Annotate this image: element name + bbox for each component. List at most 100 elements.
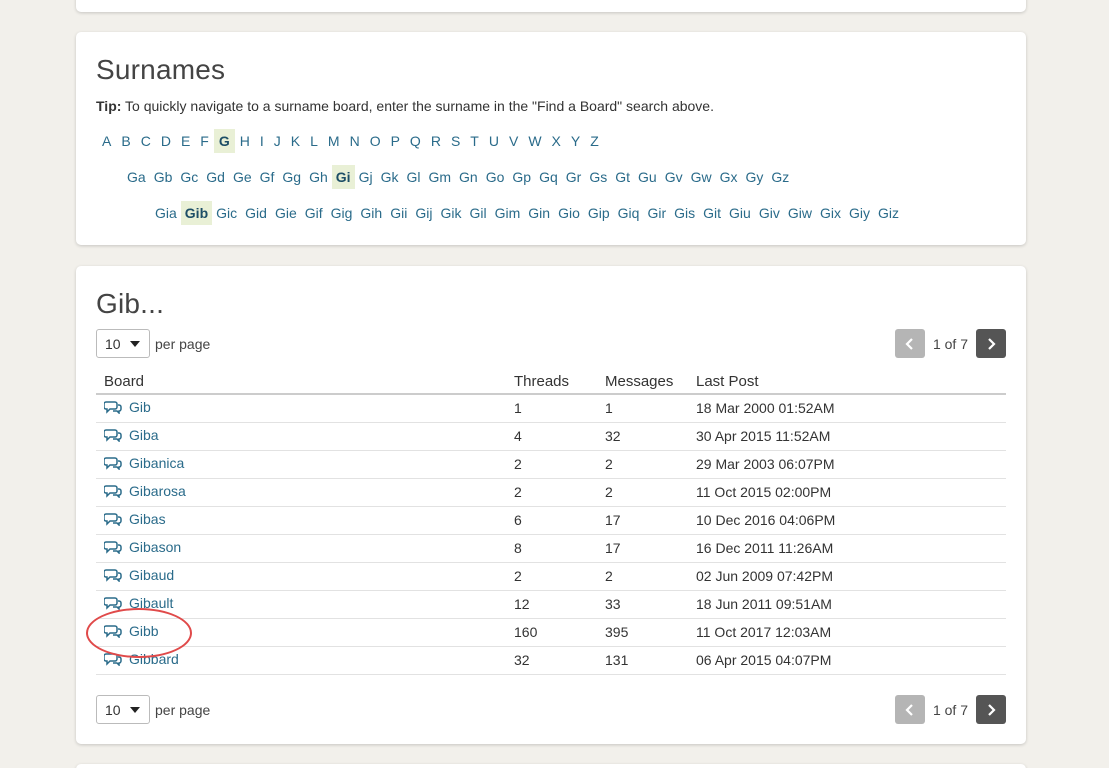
board-link[interactable]: Gib — [104, 399, 151, 415]
letter-link-u[interactable]: U — [484, 129, 504, 153]
letter-link-i[interactable]: I — [255, 129, 269, 153]
letter-link-s[interactable]: S — [446, 129, 465, 153]
prefix-link-gb[interactable]: Gb — [150, 165, 177, 189]
prefix-link-gis[interactable]: Gis — [670, 201, 699, 225]
board-link[interactable]: Gibarosa — [104, 483, 186, 499]
letter-link-m[interactable]: M — [323, 129, 345, 153]
chevron-right-icon — [988, 703, 996, 716]
prefix-link-giz[interactable]: Giz — [874, 201, 903, 225]
prefix-link-gf[interactable]: Gf — [256, 165, 279, 189]
prefix-link-gn[interactable]: Gn — [455, 165, 482, 189]
board-link[interactable]: Gibault — [104, 595, 173, 611]
prefix-link-gid[interactable]: Gid — [241, 201, 271, 225]
prefix-link-gir[interactable]: Gir — [643, 201, 670, 225]
messages-cell: 1 — [597, 394, 688, 423]
board-link[interactable]: Gibas — [104, 511, 166, 527]
prefix-link-gij[interactable]: Gij — [411, 201, 436, 225]
column-header-board[interactable]: Board — [96, 370, 506, 395]
board-link[interactable]: Gibaud — [104, 567, 174, 583]
letter-link-p[interactable]: P — [386, 129, 405, 153]
prefix-link-gix[interactable]: Gix — [816, 201, 845, 225]
prev-page-button[interactable] — [894, 695, 925, 724]
prefix-link-gq[interactable]: Gq — [535, 165, 562, 189]
column-header-last-post[interactable]: Last Post — [688, 370, 1006, 395]
prefix-link-gp[interactable]: Gp — [508, 165, 535, 189]
prefix-link-giu[interactable]: Giu — [725, 201, 755, 225]
per-page-select-bottom[interactable]: 10 — [96, 695, 150, 724]
prefix-link-gin[interactable]: Gin — [524, 201, 554, 225]
prefix-link-gic[interactable]: Gic — [212, 201, 241, 225]
letter-link-c[interactable]: C — [136, 129, 156, 153]
prefix-link-gib[interactable]: Gib — [180, 201, 213, 225]
prefix-link-gii[interactable]: Gii — [386, 201, 411, 225]
prev-page-button[interactable] — [894, 329, 925, 358]
letter-link-w[interactable]: W — [523, 129, 546, 153]
prefix-link-gk[interactable]: Gk — [377, 165, 403, 189]
prefix-link-gip[interactable]: Gip — [584, 201, 614, 225]
prefix-link-gr[interactable]: Gr — [562, 165, 586, 189]
prefix-link-giy[interactable]: Giy — [845, 201, 874, 225]
next-page-button[interactable] — [976, 329, 1006, 358]
prefix-link-gio[interactable]: Gio — [554, 201, 584, 225]
letter-link-f[interactable]: F — [195, 129, 214, 153]
prefix-link-giq[interactable]: Giq — [614, 201, 644, 225]
letter-link-z[interactable]: Z — [585, 129, 604, 153]
prefix-link-gie[interactable]: Gie — [271, 201, 301, 225]
prefix-link-gia[interactable]: Gia — [151, 201, 181, 225]
board-link[interactable]: Giba — [104, 427, 159, 443]
prefix-link-gih[interactable]: Gih — [356, 201, 386, 225]
prefix-link-ge[interactable]: Ge — [229, 165, 256, 189]
letter-link-k[interactable]: K — [286, 129, 305, 153]
letter-link-d[interactable]: D — [156, 129, 176, 153]
prefix-link-gd[interactable]: Gd — [202, 165, 229, 189]
prefix-link-gj[interactable]: Gj — [355, 165, 377, 189]
prefix-link-ga[interactable]: Ga — [123, 165, 150, 189]
prefix-link-gc[interactable]: Gc — [176, 165, 202, 189]
letter-link-q[interactable]: Q — [405, 129, 426, 153]
prefix-link-gim[interactable]: Gim — [491, 201, 525, 225]
prefix-link-gx[interactable]: Gx — [716, 165, 742, 189]
letter-link-h[interactable]: H — [235, 129, 255, 153]
prefix-link-gz[interactable]: Gz — [767, 165, 793, 189]
letter-link-b[interactable]: B — [116, 129, 135, 153]
board-link[interactable]: Gibanica — [104, 455, 184, 471]
letter-link-t[interactable]: T — [465, 129, 484, 153]
letter-link-l[interactable]: L — [305, 129, 323, 153]
letter-link-g[interactable]: G — [213, 129, 235, 153]
prefix-link-gv[interactable]: Gv — [661, 165, 687, 189]
letter-link-e[interactable]: E — [176, 129, 195, 153]
per-page-select-top[interactable]: 10 — [96, 329, 150, 358]
letter-link-y[interactable]: Y — [566, 129, 585, 153]
letter-link-x[interactable]: X — [547, 129, 566, 153]
board-link[interactable]: Gibbard — [104, 651, 179, 667]
letter-link-a[interactable]: A — [97, 129, 116, 153]
prefix-link-gi[interactable]: Gi — [331, 165, 355, 189]
board-link[interactable]: Gibb — [104, 623, 159, 639]
prefix-link-gl[interactable]: Gl — [402, 165, 424, 189]
next-page-button[interactable] — [976, 695, 1006, 724]
board-link[interactable]: Gibason — [104, 539, 181, 555]
prefix-link-git[interactable]: Git — [699, 201, 725, 225]
prefix-link-gy[interactable]: Gy — [741, 165, 767, 189]
prefix-link-gu[interactable]: Gu — [634, 165, 661, 189]
prefix-link-gif[interactable]: Gif — [301, 201, 327, 225]
letter-link-r[interactable]: R — [426, 129, 446, 153]
prefix-link-gig[interactable]: Gig — [327, 201, 357, 225]
column-header-threads[interactable]: Threads — [506, 370, 597, 395]
prefix-link-gw[interactable]: Gw — [687, 165, 716, 189]
prefix-link-gt[interactable]: Gt — [611, 165, 634, 189]
letter-link-v[interactable]: V — [504, 129, 523, 153]
prefix-link-gik[interactable]: Gik — [436, 201, 465, 225]
letter-link-j[interactable]: J — [269, 129, 286, 153]
column-header-messages[interactable]: Messages — [597, 370, 688, 395]
prefix-link-giw[interactable]: Giw — [784, 201, 816, 225]
prefix-link-giv[interactable]: Giv — [755, 201, 784, 225]
prefix-link-gg[interactable]: Gg — [278, 165, 305, 189]
letter-link-n[interactable]: N — [345, 129, 365, 153]
prefix-link-gm[interactable]: Gm — [424, 165, 455, 189]
prefix-link-go[interactable]: Go — [482, 165, 509, 189]
prefix-link-gil[interactable]: Gil — [465, 201, 490, 225]
letter-link-o[interactable]: O — [365, 129, 386, 153]
prefix-link-gh[interactable]: Gh — [305, 165, 332, 189]
prefix-link-gs[interactable]: Gs — [585, 165, 611, 189]
